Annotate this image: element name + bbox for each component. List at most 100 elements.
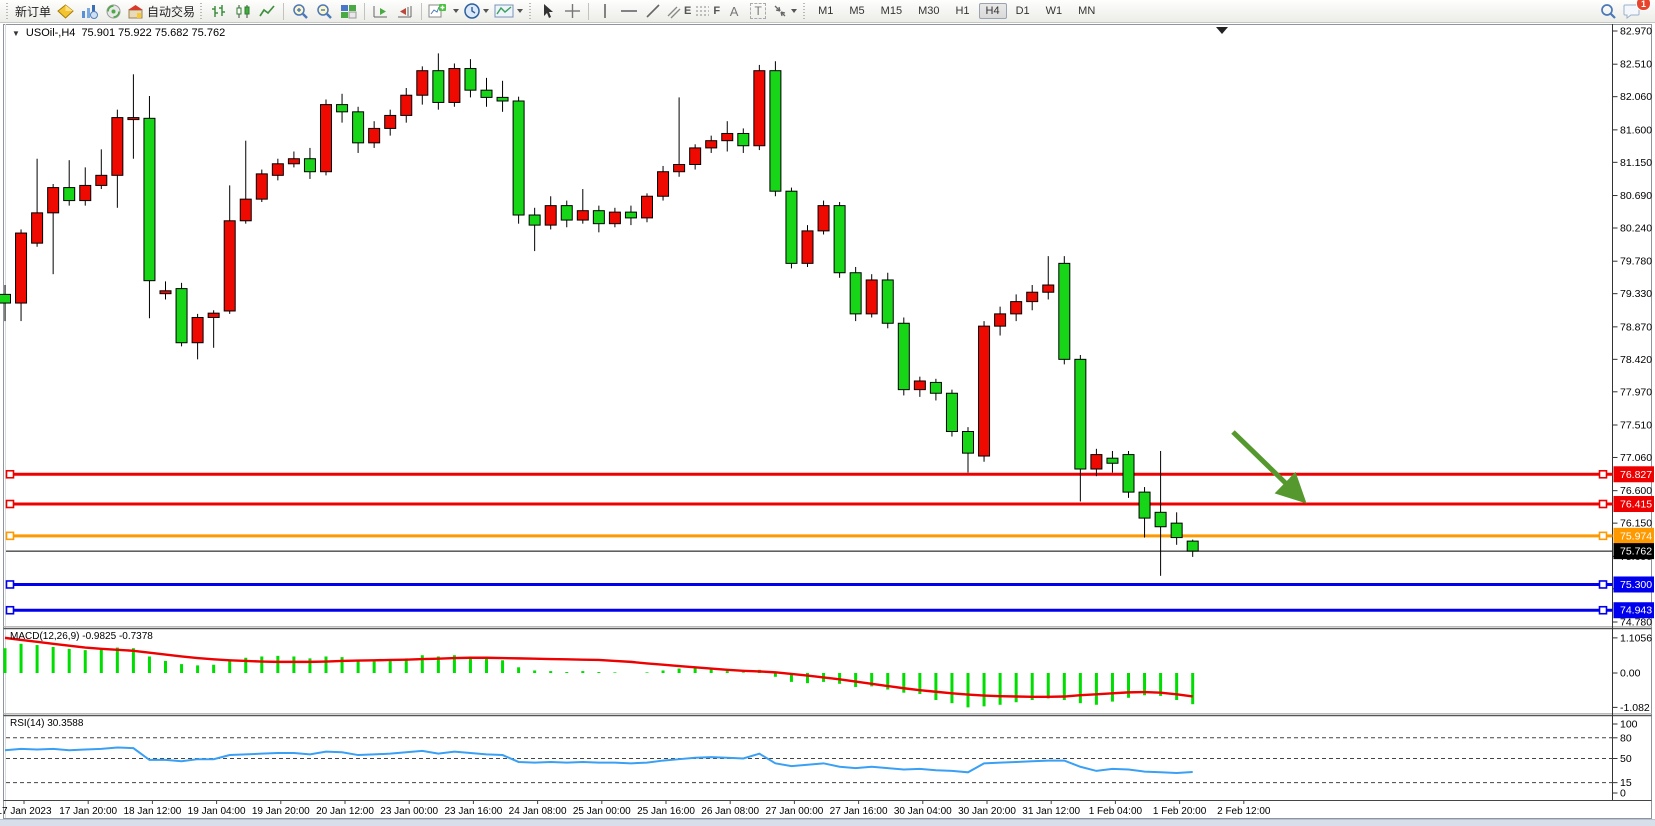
candle-down[interactable] [1107,458,1118,463]
candle-up[interactable] [192,317,203,342]
hline-handle[interactable] [7,581,14,588]
candle-up[interactable] [224,221,235,311]
candle-up[interactable] [208,313,219,317]
candle-up[interactable] [642,196,653,218]
candle-down[interactable] [625,212,636,218]
hline-handle[interactable] [1600,471,1607,478]
toolbar-grip[interactable] [529,3,533,19]
candle-down[interactable] [786,191,797,263]
candle-up[interactable] [48,188,59,213]
candle-up[interactable] [240,199,251,221]
hline-handle[interactable] [1600,501,1607,508]
candle-down[interactable] [513,101,524,215]
candle-down[interactable] [465,69,476,91]
market-watch-icon[interactable] [77,1,101,21]
candle-down[interactable] [1059,263,1070,359]
candle-up[interactable] [256,174,267,199]
toolbar-grip[interactable] [803,3,807,19]
candle-up[interactable] [979,326,990,456]
timeframe-h4[interactable]: H4 [979,3,1007,19]
candle-down[interactable] [930,382,941,393]
candle-up[interactable] [609,212,620,224]
hline-handle[interactable] [1600,581,1607,588]
candle-up[interactable] [112,118,123,176]
candle-up[interactable] [417,71,428,96]
candle-up[interactable] [690,148,701,165]
candle-up[interactable] [545,206,556,225]
candle-down[interactable] [593,211,604,224]
signal-icon[interactable] [101,1,125,21]
candle-up[interactable] [914,381,925,390]
candle-down[interactable] [481,90,492,97]
tile-windows-button[interactable] [336,1,360,21]
candle-up[interactable] [866,280,877,314]
candle-up[interactable] [577,211,588,220]
periodicity-button[interactable] [462,1,492,21]
candle-up[interactable] [1043,285,1054,292]
candle-up[interactable] [674,164,685,171]
vertical-line-tool-button[interactable] [593,1,617,21]
search-button[interactable] [1596,1,1620,21]
candle-down[interactable] [738,133,749,145]
candle-down[interactable] [353,112,364,143]
candle-down[interactable] [770,71,781,192]
candle-up[interactable] [1027,292,1038,301]
candle-down[interactable] [561,206,572,220]
timeframe-h1[interactable]: H1 [948,3,976,19]
hline-handle[interactable] [7,607,14,614]
candle-up[interactable] [32,213,43,243]
candle-down[interactable] [946,393,957,431]
candle-up[interactable] [802,231,813,263]
candle-up[interactable] [706,141,717,148]
candle-down[interactable] [0,294,11,303]
chat-button[interactable]: 1 [1620,1,1644,21]
candle-up[interactable] [1011,302,1022,314]
timeframe-m15[interactable]: M15 [874,3,909,19]
hline-handle[interactable] [7,532,14,539]
timeframe-d1[interactable]: D1 [1009,3,1037,19]
candle-down[interactable] [898,323,909,389]
candle-down[interactable] [64,188,75,201]
candle-down[interactable] [882,280,893,323]
new-order-button[interactable]: 新订单 [13,1,53,21]
hline-handle[interactable] [1600,532,1607,539]
timeframe-mn[interactable]: MN [1071,3,1102,19]
timeframe-m5[interactable]: M5 [842,3,871,19]
candle-down[interactable] [1171,523,1182,537]
candle-down[interactable] [850,273,861,314]
candle-up[interactable] [658,172,669,197]
auto-scroll-button[interactable] [369,1,393,21]
candle-up[interactable] [160,291,171,294]
new-chart-button[interactable] [426,1,462,21]
candle-down[interactable] [497,97,508,101]
crosshair-tool-button[interactable] [560,1,584,21]
candle-down[interactable] [144,118,155,280]
candle-up[interactable] [128,118,139,120]
trendline-tool-button[interactable] [641,1,665,21]
candlestick-chart-type-button[interactable] [231,1,255,21]
indicators-button[interactable] [492,1,526,21]
toolbar-grip[interactable] [200,3,204,19]
candle-up[interactable] [449,69,460,103]
hline-handle[interactable] [1600,607,1607,614]
text-label-tool-button[interactable]: T [746,1,770,21]
bar-chart-type-button[interactable] [207,1,231,21]
candle-down[interactable] [1075,359,1086,469]
candle-up[interactable] [1091,455,1102,469]
candle-up[interactable] [401,95,412,115]
candle-up[interactable] [995,314,1006,326]
candle-up[interactable] [80,185,91,200]
line-chart-type-button[interactable] [255,1,279,21]
candle-up[interactable] [321,105,332,172]
cursor-tool-button[interactable] [536,1,560,21]
candle-down[interactable] [1155,512,1166,526]
candle-up[interactable] [96,175,107,185]
text-tool-button[interactable]: A [722,1,746,21]
auto-trading-button[interactable]: 自动交易 [125,1,197,21]
timeframe-m1[interactable]: M1 [811,3,840,19]
candle-up[interactable] [754,71,765,146]
fibonacci-tool-button[interactable]: F [693,1,722,21]
zoom-in-button[interactable] [288,1,312,21]
candle-up[interactable] [369,128,380,142]
gold-diamond-icon[interactable] [53,1,77,21]
